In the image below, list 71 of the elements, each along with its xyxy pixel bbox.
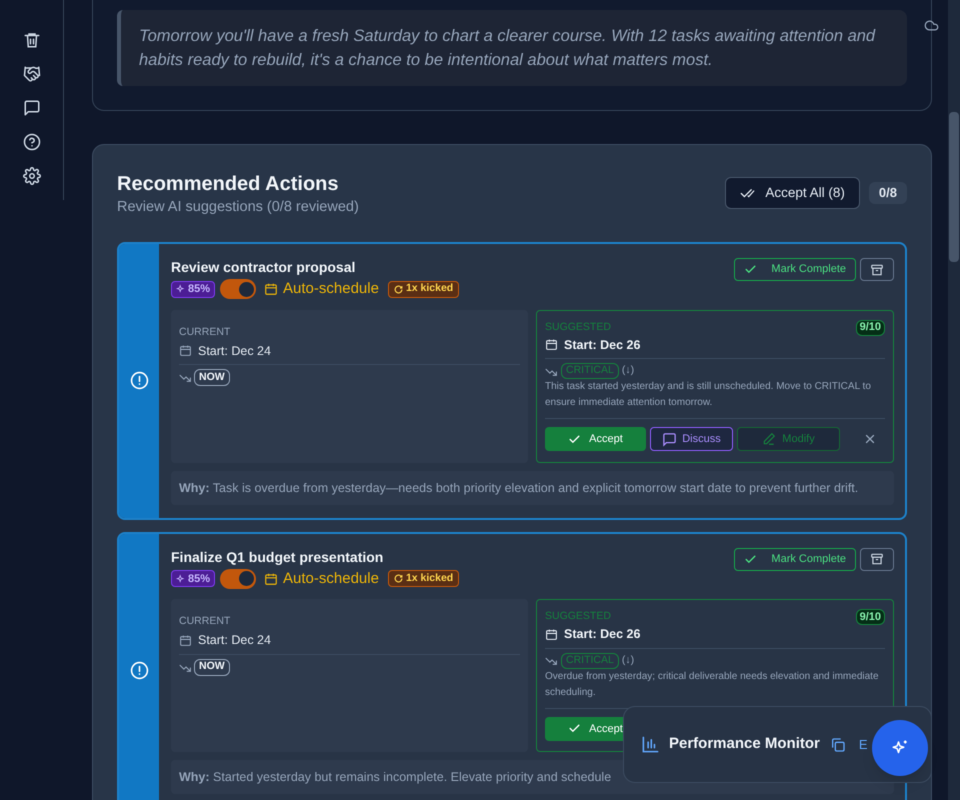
section-subtitle: Review AI suggestions (0/8 reviewed) — [117, 198, 359, 217]
score-badge: 9/10 — [856, 609, 885, 625]
check-icon — [744, 552, 758, 566]
archive-button[interactable] — [860, 548, 894, 570]
pencil-icon — [762, 432, 776, 446]
kicked-badge: 1x kicked — [388, 280, 460, 298]
suggestion-reason: This task started yesterday and is still unscheduled. Move to CRITICAL to ensure immediate attention tomorrow. — [545, 379, 885, 420]
accept-button[interactable]: Accept — [545, 427, 646, 452]
kicked-badge: 1x kicked — [388, 570, 460, 588]
chat-icon — [662, 432, 678, 447]
auto-schedule-toggle[interactable] — [220, 279, 256, 300]
priority-badge: NOW — [194, 369, 230, 386]
start-date: Start: Dec 24 — [198, 342, 271, 360]
start-date: Start: Dec 26 — [564, 626, 640, 643]
chat-icon[interactable] — [22, 99, 40, 117]
progress-count: 0/8 — [868, 182, 907, 204]
panel-label: CURRENT — [179, 614, 232, 628]
auto-schedule-label: Auto-schedule — [283, 568, 379, 588]
archive-icon — [870, 262, 884, 276]
auto-schedule-toggle[interactable] — [220, 568, 256, 589]
quote-text: Tomorrow you'll have a fresh Saturday to chart a clearer course. With 12 tasks awaiting attention and habits ready to rebuild, it's a chance to be intentional about what matters most. — [139, 26, 876, 71]
archive-button[interactable] — [860, 258, 894, 281]
trash-icon[interactable] — [22, 31, 40, 49]
confidence-badge: 85% — [171, 280, 216, 298]
direction-label: (↓) — [622, 363, 634, 378]
check-icon — [568, 432, 582, 446]
mark-complete-button[interactable]: Mark Complete — [734, 548, 856, 570]
calendar-icon — [264, 282, 278, 296]
alert-icon — [130, 371, 148, 390]
sparkle-icon — [176, 284, 186, 294]
close-icon — [864, 433, 876, 446]
help-icon[interactable] — [22, 133, 40, 151]
score-badge: 9/10 — [856, 320, 885, 336]
scrollbar-thumb[interactable] — [949, 112, 959, 262]
priority-badge: CRITICAL — [561, 363, 619, 380]
archive-icon — [870, 552, 884, 566]
confidence-badge: 85% — [171, 570, 216, 588]
calendar-icon — [179, 344, 192, 358]
panel-label: CURRENT — [179, 324, 232, 338]
start-date: Start: Dec 26 — [564, 336, 640, 354]
priority-badge: NOW — [194, 658, 230, 676]
calendar-icon — [264, 572, 278, 586]
refresh-icon — [394, 574, 403, 584]
auto-schedule-label: Auto-schedule — [283, 279, 379, 299]
popup-title: Performance Monitor — [669, 734, 820, 754]
calendar-icon — [179, 634, 192, 647]
discuss-button[interactable]: Discuss — [650, 427, 733, 452]
modify-button[interactable]: Modify — [737, 427, 840, 452]
direction-label: (↓) — [622, 652, 634, 668]
priority-badge: CRITICAL — [561, 652, 619, 669]
cloud-icon — [924, 18, 939, 33]
refresh-icon — [394, 284, 403, 294]
popup-link[interactable]: E — [858, 734, 868, 754]
task-title: Finalize Q1 budget presentation — [171, 548, 384, 566]
calendar-icon — [545, 338, 558, 352]
mark-complete-button[interactable]: Mark Complete — [734, 258, 856, 281]
sparkle-icon — [176, 574, 186, 584]
task-title: Review contractor proposal — [171, 258, 356, 277]
why-note: Why: Task is overdue from yesterday—needs both priority elevation and explicit tomorrow start date to prevent further drift. — [171, 470, 894, 504]
handshake-icon[interactable] — [22, 65, 40, 83]
copy-icon[interactable] — [830, 736, 846, 752]
section-title: Recommended Actions — [117, 172, 340, 197]
calendar-icon — [545, 628, 558, 641]
panel-label: SUGGESTED — [545, 320, 611, 335]
bar-chart-icon — [641, 735, 660, 754]
panel-label: SUGGESTED — [545, 609, 611, 624]
settings-icon[interactable] — [22, 167, 40, 185]
check-icon — [744, 263, 758, 276]
accept-all-button[interactable]: Accept All (8) — [725, 177, 860, 209]
alert-icon — [130, 660, 148, 680]
start-date: Start: Dec 24 — [198, 632, 271, 649]
